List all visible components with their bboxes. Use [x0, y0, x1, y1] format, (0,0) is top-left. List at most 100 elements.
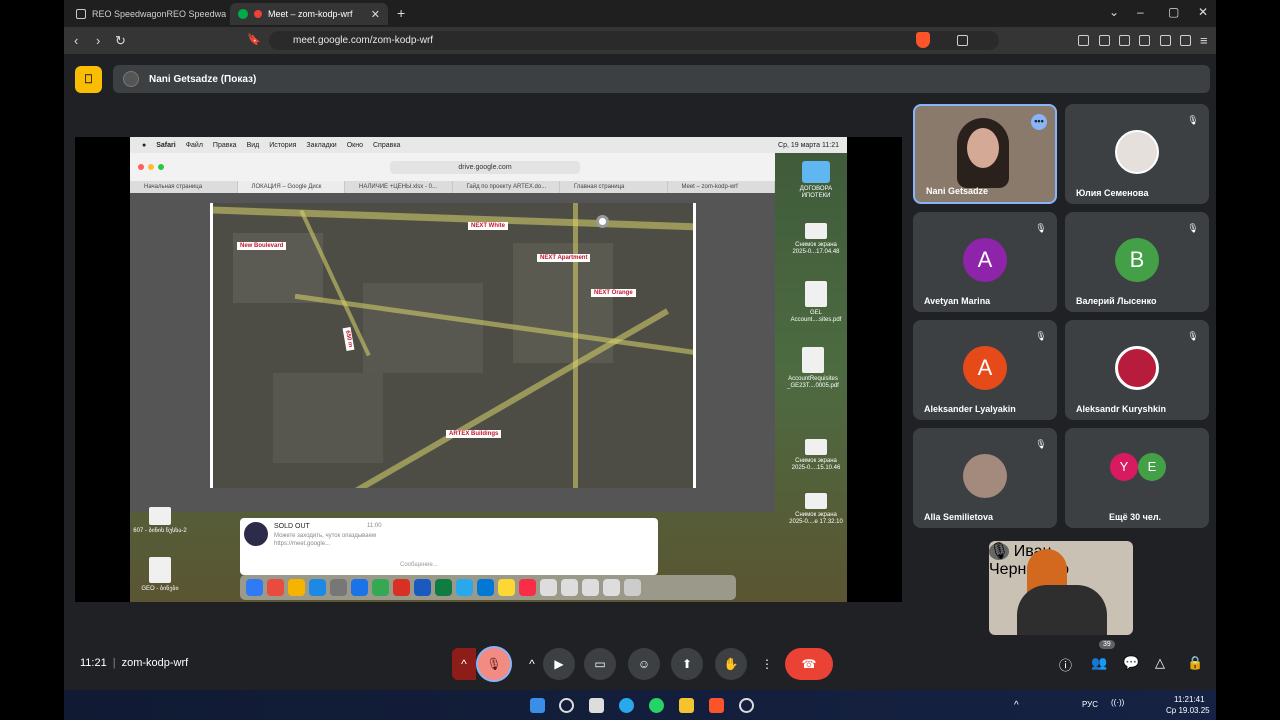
apple-icon: ●	[142, 141, 147, 149]
host-controls-icon[interactable]: 🔒	[1187, 655, 1203, 671]
desktop-item-label: Снимок экрана 2025-0...17.04.48	[792, 242, 840, 256]
leave-call-button[interactable]: ☎	[785, 648, 833, 680]
hand-icon: ✋	[723, 657, 739, 671]
taskbar-time[interactable]: 11:21:41	[1174, 695, 1205, 704]
desktop-file: 607 - ბინის ნუსხა-2	[132, 507, 188, 535]
menu-icon[interactable]: ≡	[1200, 33, 1208, 48]
maximize-button[interactable]: ▢	[1168, 5, 1179, 19]
participant-avatar: B	[1115, 238, 1159, 282]
document-icon	[149, 557, 171, 583]
participant-name: Avetyan Marina	[924, 296, 991, 306]
search-icon[interactable]	[559, 698, 574, 713]
tab-reo-speedwagon[interactable]: REO SpeedwagonREO Speedwagon	[68, 3, 226, 25]
bookmark-icon[interactable]: 🔖	[247, 33, 261, 46]
sidebar-icon[interactable]	[1119, 35, 1130, 46]
location-pin-icon	[596, 215, 609, 228]
self-view-tile[interactable]: 🎙 Иван Черниенко	[989, 541, 1133, 635]
share-icon[interactable]	[957, 35, 968, 46]
language-indicator[interactable]: РУС	[1082, 700, 1098, 709]
raise-hand-button[interactable]: ✋	[715, 648, 747, 680]
leo-icon[interactable]	[1160, 35, 1171, 46]
info-icon[interactable]: ⓘ	[1059, 655, 1072, 674]
participant-tile[interactable]: 🎙 B Валерий Лысенко	[1065, 212, 1209, 312]
brave-shield-icon[interactable]	[916, 32, 930, 48]
captions-icon: ▭	[594, 657, 606, 671]
forward-button[interactable]: ›	[96, 33, 100, 48]
map-label: New Boulevard	[237, 242, 287, 250]
mac-menu-item: Вид	[246, 141, 260, 149]
more-options-button[interactable]: ⋮	[758, 648, 776, 680]
new-tab-button[interactable]: +	[397, 5, 405, 21]
participant-avatar: A	[963, 238, 1007, 282]
audio-options-button[interactable]: ^	[452, 648, 476, 680]
people-icon[interactable]: 👥	[1091, 655, 1107, 671]
extensions-icon[interactable]	[1078, 35, 1089, 46]
brave-icon[interactable]	[709, 698, 724, 713]
more-participants-tile[interactable]: Y E Ещё 30 чел.	[1065, 428, 1209, 528]
participant-tile[interactable]: 🎙 A Aleksander Lyalyakin	[913, 320, 1057, 420]
present-logo-button[interactable]: ⎕	[75, 66, 102, 93]
chat-avatar	[244, 522, 268, 546]
wallet-icon[interactable]	[1139, 35, 1150, 46]
activities-icon[interactable]: △	[1155, 655, 1165, 671]
mac-menu-item: Safari	[156, 141, 176, 149]
desktop-item-label: GEL Account....sites.pdf	[790, 310, 842, 324]
document-icon	[149, 507, 171, 525]
participant-tile[interactable]: 🎙 Alla Semilietova	[913, 428, 1057, 528]
more-participants-label: Ещё 30 чел.	[1109, 512, 1162, 522]
close-window-button[interactable]: ✕	[1198, 5, 1208, 19]
whatsapp-icon[interactable]	[649, 698, 664, 713]
chat-popup: SOLD OUT 11:00 Можете заходить, чуток оп…	[240, 518, 658, 575]
browser-toolbar: ‹ › ↻ 🔖 meet.google.com/zom-kodp-wrf ≡	[64, 27, 1216, 54]
hexagon-icon	[76, 9, 86, 19]
map-label: NEXT White	[468, 222, 508, 230]
appstore-icon	[351, 579, 368, 596]
desktop-item-label: Снимок экрана 2025-0....15.10.46	[791, 458, 841, 472]
safari-tab: НАЛИЧИЕ +ЦЕНЫ.xlsx - 0...	[345, 181, 453, 193]
folder-icon	[802, 161, 830, 183]
telegram-icon[interactable]	[619, 698, 634, 713]
vpn-shield-icon[interactable]	[1180, 35, 1191, 46]
tray-chevron-icon[interactable]: ^	[1014, 700, 1019, 711]
presenter-label: Nani Getsadze (Показ)	[149, 73, 257, 85]
participant-tile[interactable]: 🎙 Юлия Семенова	[1065, 104, 1209, 204]
video-options-button[interactable]: ^	[523, 648, 541, 680]
windows-taskbar: ^ РУС ((·)) 11:21:41 Ср 19.03.25	[64, 690, 1216, 720]
desktop-item-label: AccountRequisites _GE23T....0005.pdf	[787, 376, 839, 390]
participants-count-badge: 39	[1099, 640, 1115, 649]
download-icon[interactable]	[1099, 35, 1110, 46]
tab-meet[interactable]: Meet – zom-kodp-wrf ✕	[230, 3, 388, 25]
present-button[interactable]: ⬆	[671, 648, 703, 680]
task-view-icon[interactable]	[589, 698, 604, 713]
aerial-map: New Boulevard NEXT White NEXT Apartment …	[210, 203, 696, 488]
participant-tile-nani[interactable]: ••• Nani Getsadze	[913, 104, 1057, 204]
taskbar-date[interactable]: Ср 19.03.25	[1166, 706, 1210, 715]
reactions-button[interactable]: ☺	[628, 648, 660, 680]
chat-icon[interactable]: 💬	[1123, 655, 1139, 671]
wifi-icon[interactable]: ((·))	[1111, 698, 1124, 707]
telegram-icon	[456, 579, 473, 596]
reload-button[interactable]: ↻	[115, 33, 126, 49]
participant-tile[interactable]: 🎙 Aleksandr Kuryshkin	[1065, 320, 1209, 420]
minimize-button[interactable]: –	[1137, 5, 1144, 19]
back-button[interactable]: ‹	[74, 33, 78, 48]
more-vert-icon: ⋮	[761, 657, 773, 671]
tab-label: REO SpeedwagonREO Speedwagon	[92, 9, 226, 19]
chat-time: 11:00	[367, 523, 382, 529]
camera-icon: ▶	[554, 657, 564, 671]
screenshot-thumbnail	[805, 223, 827, 239]
mic-off-icon: 🎙	[1187, 223, 1199, 233]
mic-toggle-button[interactable]: 🎙	[476, 646, 512, 682]
address-bar[interactable]: meet.google.com/zom-kodp-wrf	[269, 31, 999, 50]
tab-search-icon[interactable]: ⌄	[1109, 5, 1119, 19]
app-icon[interactable]	[739, 698, 754, 713]
participant-tile[interactable]: 🎙 A Avetyan Marina	[913, 212, 1057, 312]
more-options-icon[interactable]: •••	[1031, 114, 1047, 130]
map-label: ARTEX Buildings	[446, 430, 502, 438]
mac-menu-item: Файл	[185, 141, 203, 149]
file-explorer-icon[interactable]	[679, 698, 694, 713]
captions-button[interactable]: ▭	[584, 648, 616, 680]
close-tab-icon[interactable]: ✕	[371, 8, 380, 21]
windows-start-icon[interactable]	[530, 698, 545, 713]
camera-toggle-button[interactable]: ▶	[543, 648, 575, 680]
